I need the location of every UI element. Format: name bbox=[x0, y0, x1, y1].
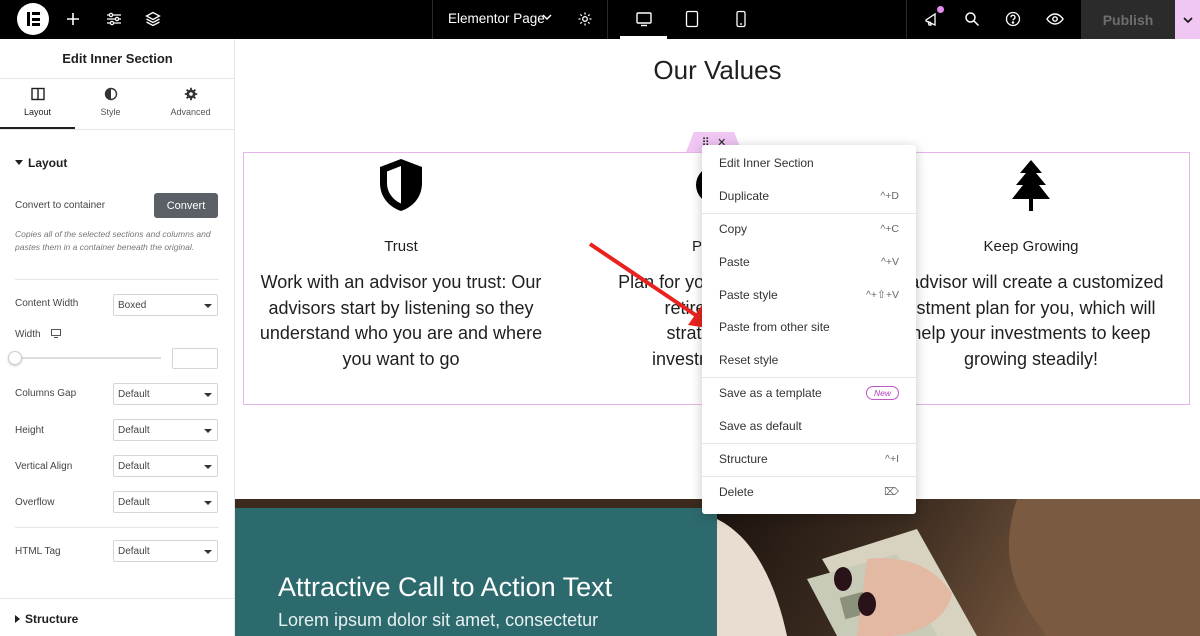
menu-item-paste-from-other-site[interactable]: Paste from other site bbox=[702, 312, 916, 343]
menu-item-structure[interactable]: Structure ^+I bbox=[702, 444, 916, 475]
menu-item-reset-style[interactable]: Reset style bbox=[702, 345, 916, 376]
menu-item-save-as-template[interactable]: Save as a template New bbox=[702, 378, 916, 409]
menu-item-duplicate[interactable]: Duplicate ^+D bbox=[702, 181, 916, 212]
menu-item-delete[interactable]: Delete ⌦ bbox=[702, 477, 916, 508]
new-badge: New bbox=[865, 386, 899, 400]
delete-key-icon: ⌦ bbox=[884, 486, 899, 498]
menu-item-save-as-default[interactable]: Save as default bbox=[702, 411, 916, 442]
menu-item-copy[interactable]: Copy ^+C bbox=[702, 214, 916, 245]
context-menu: Edit Inner Section Duplicate ^+D Copy ^+C … bbox=[702, 145, 916, 514]
menu-item-paste[interactable]: Paste ^+V bbox=[702, 247, 916, 278]
pointer-arrow bbox=[588, 242, 715, 329]
menu-item-edit-inner-section[interactable]: Edit Inner Section bbox=[702, 148, 916, 179]
menu-item-paste-style[interactable]: Paste style ^+⇧+V bbox=[702, 280, 916, 311]
